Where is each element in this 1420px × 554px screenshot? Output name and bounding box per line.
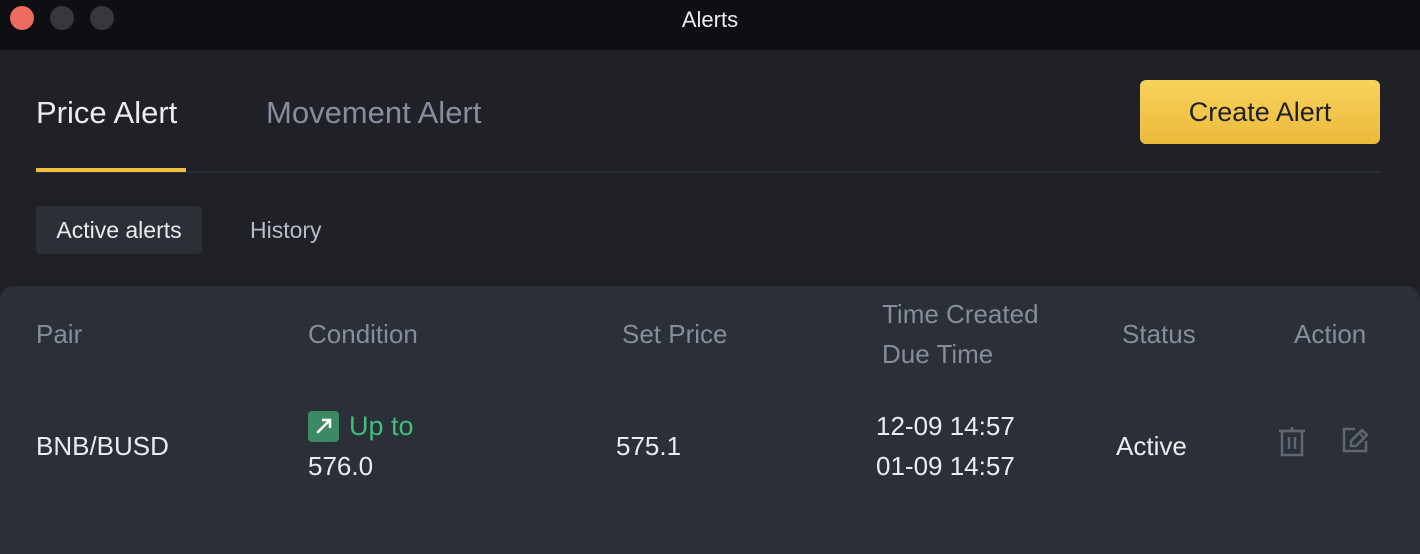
tab-price-alert[interactable]: Price Alert xyxy=(36,94,177,132)
alerts-table: Pair Condition Set Price Time Created Du… xyxy=(0,286,1420,554)
trash-icon xyxy=(1279,427,1305,457)
header-action: Action xyxy=(1294,319,1367,349)
tab-divider xyxy=(36,171,1380,173)
delete-alert-button[interactable] xyxy=(1277,426,1307,463)
pair-cell: BNB/BUSD xyxy=(36,431,169,461)
create-alert-button[interactable]: Create Alert xyxy=(1140,80,1380,144)
due-time-cell: 01-09 14:57 xyxy=(876,451,1015,481)
time-created-cell: 12-09 14:57 xyxy=(876,411,1015,441)
header-status: Status xyxy=(1122,319,1196,349)
condition-label: Up to xyxy=(349,410,414,441)
condition-cell: Up to xyxy=(308,406,414,446)
header-condition: Condition xyxy=(308,319,418,349)
arrow-up-right-icon xyxy=(308,410,339,442)
header-pair: Pair xyxy=(36,319,83,349)
active-tab-indicator xyxy=(36,168,186,172)
window-title: Alerts xyxy=(681,7,739,32)
subtab-history[interactable]: History xyxy=(250,206,322,254)
status-cell: Active xyxy=(1116,431,1187,461)
set-price-cell: 575.1 xyxy=(616,431,682,461)
tab-movement-alert[interactable]: Movement Alert xyxy=(266,94,481,132)
edit-alert-button[interactable] xyxy=(1341,426,1371,461)
header-time-created: Time Created xyxy=(882,299,1039,329)
edit-icon xyxy=(1342,427,1369,453)
condition-value: 576.0 xyxy=(308,451,374,481)
header-set-price: Set Price xyxy=(622,319,728,349)
header-due-time: Due Time xyxy=(882,339,994,369)
subtab-active-alerts[interactable]: Active alerts xyxy=(36,206,202,254)
title-bar: Alerts xyxy=(0,0,1420,50)
